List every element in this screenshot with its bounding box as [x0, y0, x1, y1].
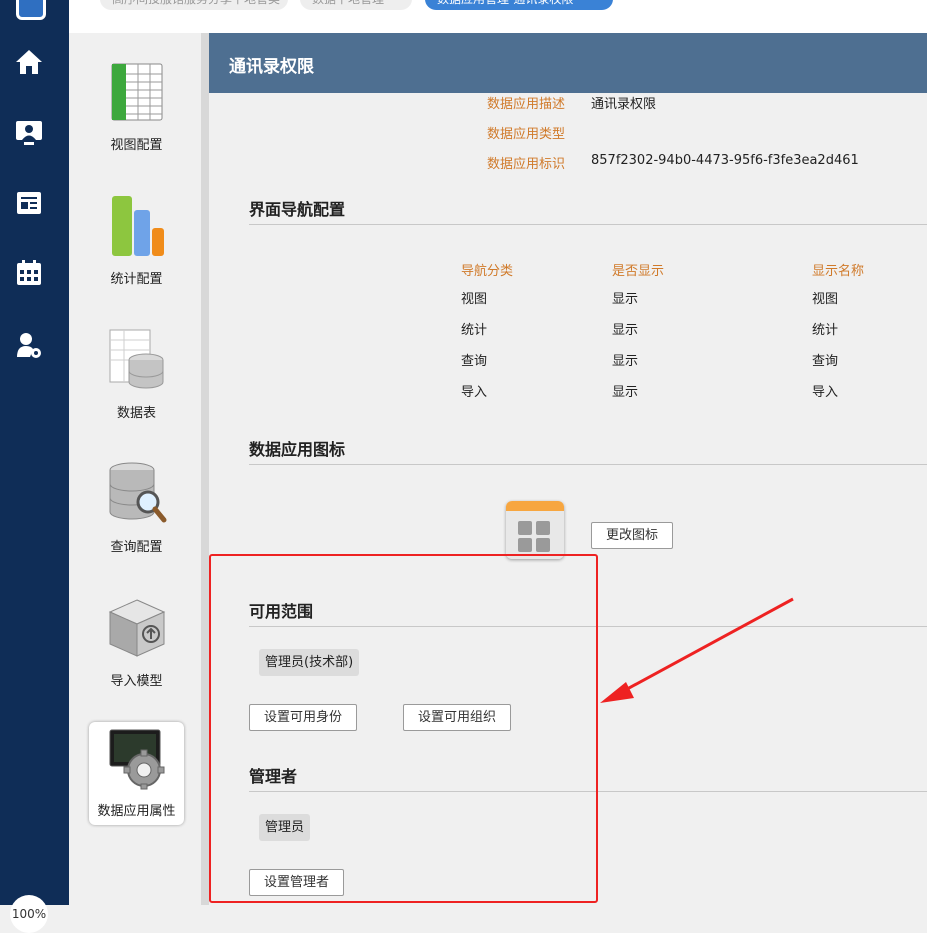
app-logo[interactable] [0, 0, 69, 33]
admins-title: 管理者 [249, 767, 298, 786]
breadcrumb-tab-2[interactable]: 数据下地管理 [300, 0, 412, 10]
breadcrumb-tab-1[interactable]: 高序间投服馆服务分享下地管类 [100, 0, 288, 10]
column-header: 是否显示 [612, 264, 665, 279]
user-settings-icon[interactable] [14, 330, 44, 360]
app-grid-icon [506, 501, 564, 559]
nav-cell: 视图 [461, 292, 488, 307]
nav-cell: 导入 [812, 385, 839, 400]
app-icon-title: 数据应用图标 [249, 440, 346, 459]
section-divider [249, 791, 927, 792]
set-admin-button[interactable]: 设置管理者 [249, 869, 345, 896]
property-label: 数据应用标识 [487, 157, 566, 172]
tool-import-model[interactable]: 导入模型 [89, 596, 184, 689]
database-search-icon [109, 462, 166, 523]
property-label: 数据应用类型 [487, 127, 566, 142]
page-header: 通讯录权限 [209, 33, 927, 93]
left-nav: 100% [0, 33, 69, 933]
nav-config-title: 界面导航配置 [249, 200, 346, 219]
change-icon-button[interactable]: 更改图标 [591, 522, 674, 549]
panel-divider [201, 33, 209, 905]
nav-cell: 视图 [812, 292, 839, 307]
annotation-arrow [600, 597, 794, 703]
tool-label: 查询配置 [110, 540, 163, 555]
tool-panel: 视图配置 统计配置 数据表 查询配置 导入模型 数据应用属性 [69, 33, 201, 905]
nav-cell: 查询 [812, 354, 839, 369]
bar-chart-icon [111, 196, 164, 256]
breadcrumb-tab-active[interactable]: 数据应用管理-通讯录权限 [425, 0, 613, 10]
nav-cell: 显示 [612, 385, 639, 400]
set-identity-button[interactable]: 设置可用身份 [249, 704, 358, 731]
tool-view-config[interactable]: 视图配置 [89, 60, 184, 153]
nav-cell: 显示 [612, 323, 639, 338]
spreadsheet-icon [111, 63, 162, 121]
column-header: 导航分类 [461, 264, 514, 279]
scope-title: 可用范围 [249, 602, 314, 621]
property-label: 数据应用描述 [487, 97, 566, 112]
section-divider [249, 626, 927, 627]
import-cube-icon [108, 599, 165, 657]
tool-app-properties[interactable]: 数据应用属性 [89, 722, 184, 825]
tool-stat-config[interactable]: 统计配置 [89, 194, 184, 287]
logo-icon [16, 0, 46, 20]
section-divider [249, 224, 927, 225]
scope-tag: 管理员(技术部) [259, 649, 360, 676]
property-value: 通讯录权限 [591, 97, 657, 112]
set-org-button[interactable]: 设置可用组织 [403, 704, 512, 731]
tool-label: 数据应用属性 [97, 804, 176, 819]
nav-cell: 显示 [612, 292, 639, 307]
user-monitor-icon[interactable] [14, 118, 44, 148]
calendar-icon[interactable] [14, 258, 44, 288]
tool-query-config[interactable]: 查询配置 [89, 462, 184, 555]
top-bar: 高序间投服馆服务分享下地管类 数据下地管理 数据应用管理-通讯录权限 [0, 0, 927, 33]
main-content: 数据应用描述 通讯录权限 数据应用类型 数据应用标识 857f2302-94b0… [209, 93, 927, 905]
column-header: 显示名称 [812, 264, 865, 279]
news-icon[interactable] [14, 188, 44, 218]
nav-cell: 显示 [612, 354, 639, 369]
app-settings-icon [109, 729, 164, 790]
admin-tag: 管理员 [259, 814, 311, 841]
nav-cell: 统计 [461, 323, 488, 338]
zoom-level[interactable]: 100% [10, 895, 48, 933]
tool-label: 视图配置 [110, 138, 163, 153]
tool-data-table[interactable]: 数据表 [89, 328, 184, 421]
page-title: 通讯录权限 [229, 57, 314, 77]
nav-cell: 查询 [461, 354, 488, 369]
property-value: 857f2302-94b0-4473-95f6-f3fe3ea2d461 [591, 153, 859, 168]
nav-cell: 统计 [812, 323, 839, 338]
section-divider [249, 464, 927, 465]
nav-cell: 导入 [461, 385, 488, 400]
tool-label: 导入模型 [110, 674, 163, 689]
database-table-icon [109, 329, 163, 389]
tool-label: 数据表 [116, 406, 156, 421]
home-icon[interactable] [14, 47, 44, 77]
tool-label: 统计配置 [110, 272, 163, 287]
